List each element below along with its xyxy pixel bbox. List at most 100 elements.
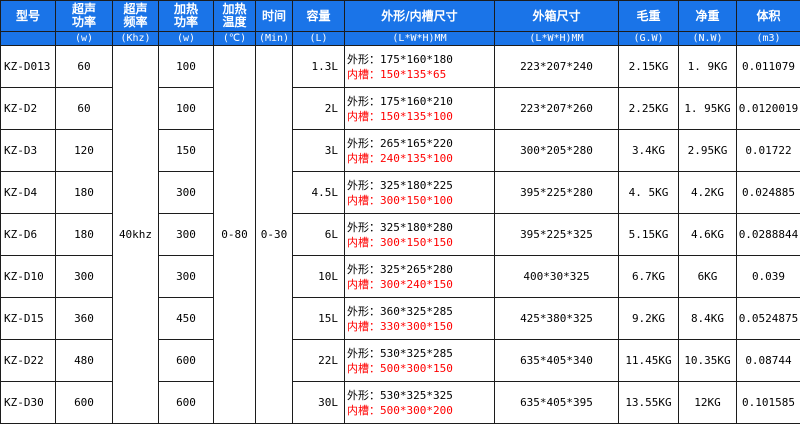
cell-heating-power: 600 [158,339,214,382]
cell-ultrasonic-power: 180 [55,213,113,256]
cell-box-size: 400*30*325 [494,255,619,298]
outer-dimensions: 外形：530*325*325 [347,388,453,402]
header-heating-temperature: 加热 温度 [213,0,256,32]
header-cubic-size: 体积 [736,0,800,32]
cell-model: KZ-D2 [0,87,56,130]
header-dimensions: 外形/内槽尺寸 [344,0,495,32]
outer-dimensions: 外形：175*160*180 [347,52,453,66]
cell-cubic-size: 0.01722 [736,129,800,172]
cell-box-size: 425*380*325 [494,297,619,340]
cell-heating-power: 300 [158,171,214,214]
cell-dimensions: 外形：360*325*285 内槽：330*300*150 [344,297,495,340]
cell-net-weight: 1. 9KG [678,45,737,88]
unit-box-size: (L*W*H)MM [494,31,619,46]
cell-dimensions: 外形：175*160*180 内槽：150*135*65 [344,45,495,88]
unit-heating-temperature: (℃) [213,31,256,46]
unit-time: (Min) [255,31,293,46]
cell-dimensions: 外形：325*180*225 内槽：300*150*100 [344,171,495,214]
cell-box-size: 395*225*280 [494,171,619,214]
cell-box-size: 635*405*340 [494,339,619,382]
spec-table: 型号 超声 功率 超声 频率 加热 功率 加热 温度 时间 容量 外形/内槽尺寸 外箱尺… [0,0,800,424]
cell-dimensions: 外形：325*265*280 内槽：300*240*150 [344,255,495,298]
cell-volume: 4.5L [292,171,345,214]
unit-net-weight: (N.W) [678,31,737,46]
cell-ultrasonic-power: 120 [55,129,113,172]
cell-gross-weight: 13.55KG [618,381,679,424]
cell-net-weight: 10.35KG [678,339,737,382]
cell-net-weight: 4.6KG [678,213,737,256]
inner-dimensions: 内槽：300*240*150 [347,277,453,291]
cell-dimensions: 外形：530*325*285 内槽：500*300*150 [344,339,495,382]
header-heating-power: 加热 功率 [158,0,214,32]
cell-model: KZ-D6 [0,213,56,256]
cell-net-weight: 12KG [678,381,737,424]
cell-model: KZ-D30 [0,381,56,424]
cell-ultrasonic-power: 360 [55,297,113,340]
cell-cubic-size: 0.011079 [736,45,800,88]
inner-dimensions: 内槽：150*135*100 [347,109,453,123]
cell-volume: 30L [292,381,345,424]
cell-heating-power: 100 [158,87,214,130]
cell-ultrasonic-power: 480 [55,339,113,382]
cell-net-weight: 2.95KG [678,129,737,172]
header-row: 型号 超声 功率 超声 频率 加热 功率 加热 温度 时间 容量 外形/内槽尺寸 外箱尺… [0,0,800,32]
cell-box-size: 223*207*240 [494,45,619,88]
cell-cubic-size: 0.101585 [736,381,800,424]
cell-model: KZ-D22 [0,339,56,382]
outer-dimensions: 外形：530*325*285 [347,346,453,360]
inner-dimensions: 内槽：500*300*200 [347,403,453,417]
cell-heating-power: 450 [158,297,214,340]
cell-box-size: 635*405*395 [494,381,619,424]
cell-dimensions: 外形：265*165*220 内槽：240*135*100 [344,129,495,172]
cell-model: KZ-D10 [0,255,56,298]
cell-gross-weight: 2.25KG [618,87,679,130]
cell-volume: 6L [292,213,345,256]
cell-time-shared: 0-30 [255,45,293,424]
cell-gross-weight: 3.4KG [618,129,679,172]
unit-cubic-size: (m3) [736,31,800,46]
outer-dimensions: 外形：360*325*285 [347,304,453,318]
cell-model: KZ-D15 [0,297,56,340]
cell-temperature-shared: 0-80 [213,45,256,424]
header-box-size: 外箱尺寸 [494,0,619,32]
cell-ultrasonic-power: 300 [55,255,113,298]
header-time: 时间 [255,0,293,32]
unit-gross-weight: (G.W) [618,31,679,46]
unit-dimensions: (L*W*H)MM [344,31,495,46]
cell-net-weight: 6KG [678,255,737,298]
cell-volume: 10L [292,255,345,298]
cell-box-size: 395*225*325 [494,213,619,256]
header-net-weight: 净重 [678,0,737,32]
cell-box-size: 300*205*280 [494,129,619,172]
header-model: 型号 [0,0,56,32]
cell-net-weight: 1. 95KG [678,87,737,130]
cell-model: KZ-D4 [0,171,56,214]
cell-heating-power: 100 [158,45,214,88]
cell-gross-weight: 2.15KG [618,45,679,88]
cell-ultrasonic-power: 180 [55,171,113,214]
header-ultrasonic-power: 超声 功率 [55,0,113,32]
cell-heating-power: 300 [158,213,214,256]
unit-model [0,31,56,46]
cell-ultrasonic-power: 60 [55,45,113,88]
header-ultrasonic-frequency: 超声 频率 [112,0,159,32]
unit-heating-power: (w) [158,31,214,46]
cell-cubic-size: 0.0120019 [736,87,800,130]
unit-row: (w) (Khz) (w) (℃) (Min) (L) (L*W*H)MM (L… [0,31,800,46]
inner-dimensions: 内槽：240*135*100 [347,151,453,165]
outer-dimensions: 外形：325*265*280 [347,262,453,276]
cell-cubic-size: 0.039 [736,255,800,298]
outer-dimensions: 外形：265*165*220 [347,136,453,150]
cell-dimensions: 外形：175*160*210 内槽：150*135*100 [344,87,495,130]
cell-volume: 3L [292,129,345,172]
unit-ultrasonic-frequency: (Khz) [112,31,159,46]
cell-gross-weight: 5.15KG [618,213,679,256]
cell-box-size: 223*207*260 [494,87,619,130]
cell-model: KZ-D3 [0,129,56,172]
cell-volume: 2L [292,87,345,130]
cell-heating-power: 150 [158,129,214,172]
cell-gross-weight: 11.45KG [618,339,679,382]
inner-dimensions: 内槽：300*150*100 [347,193,453,207]
cell-cubic-size: 0.0524875 [736,297,800,340]
cell-dimensions: 外形：325*180*280 内槽：300*150*150 [344,213,495,256]
